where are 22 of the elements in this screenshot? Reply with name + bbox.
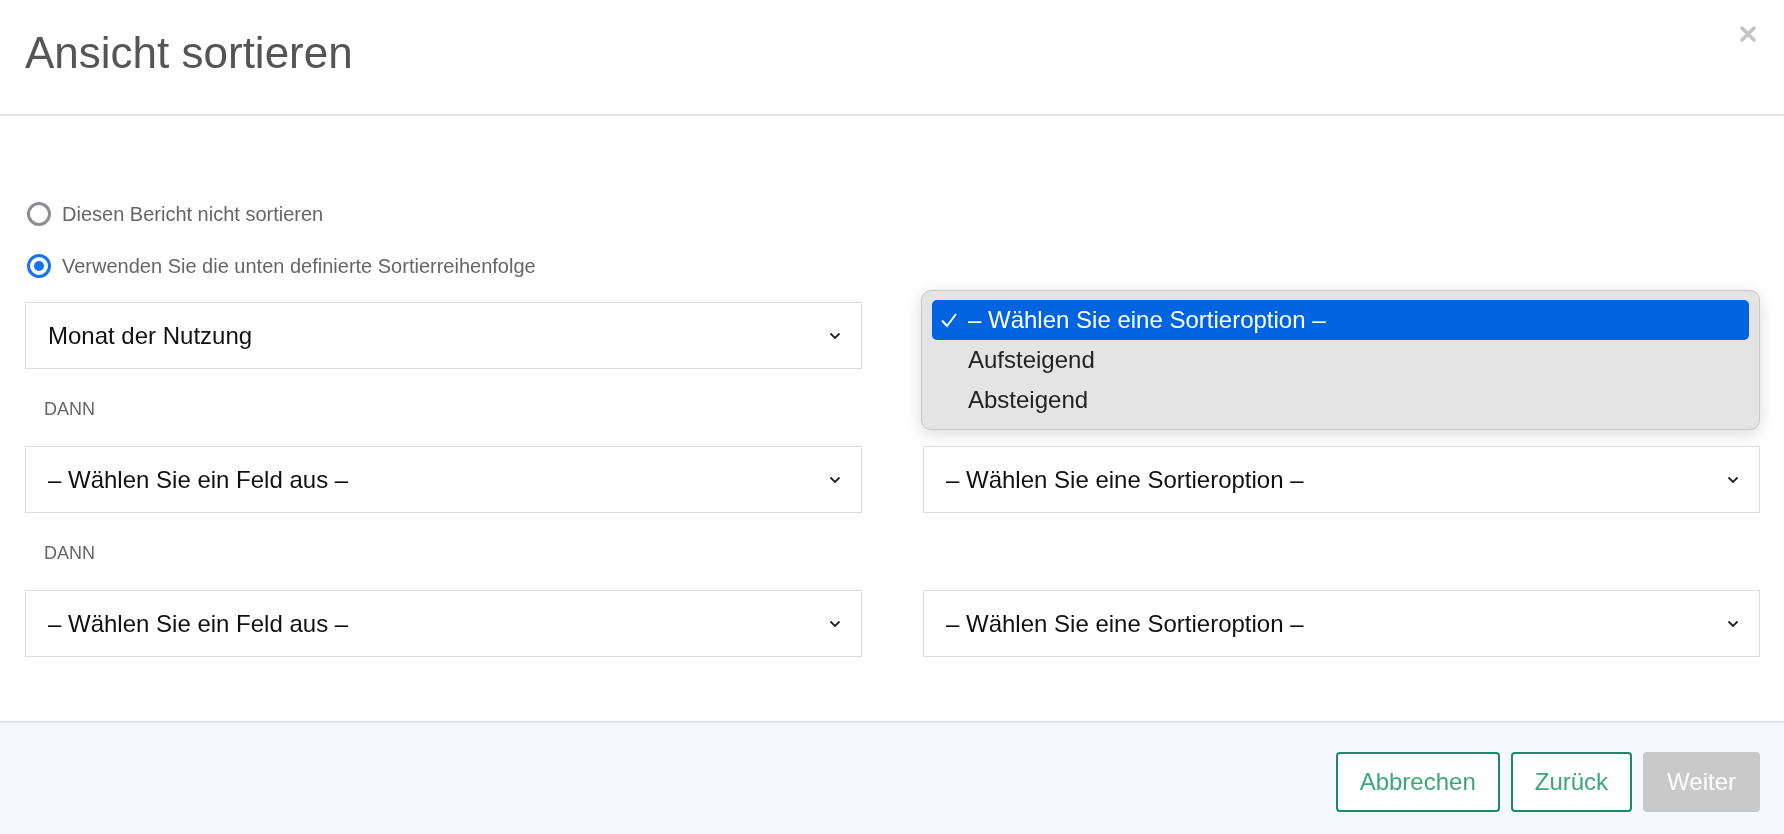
sort-order-select[interactable]: – Wählen Sie eine Sortieroption –: [923, 590, 1760, 657]
chevron-icon: [829, 619, 841, 628]
field-select[interactable]: – Wählen Sie ein Feld aus –: [25, 446, 862, 513]
radio-button[interactable]: [27, 254, 51, 278]
chevron-icon: [1727, 619, 1739, 628]
radio-label: Verwenden Sie die unten definierte Sortierreihenfolge: [62, 254, 536, 278]
field-select[interactable]: – Wählen Sie ein Feld aus –: [25, 590, 862, 657]
close-icon[interactable]: [1740, 26, 1756, 42]
chevron-icon: [829, 475, 841, 484]
chevron-icon: [829, 331, 841, 340]
radio-label: Diesen Bericht nicht sortieren: [62, 202, 324, 226]
radio-button[interactable]: [27, 202, 51, 226]
dropdown-option[interactable]: – Wählen Sie eine Sortieroption –: [932, 300, 1749, 340]
dropdown-option[interactable]: Absteigend: [932, 380, 1749, 420]
dialog-title: Ansicht sortieren: [25, 28, 353, 78]
section-label: DANN: [44, 543, 95, 564]
checkmark-icon: [940, 312, 958, 328]
field-select[interactable]: Monat der Nutzung: [25, 302, 862, 369]
dropdown-option[interactable]: Aufsteigend: [932, 340, 1749, 380]
section-label: DANN: [44, 399, 95, 420]
sort-order-select[interactable]: – Wählen Sie eine Sortieroption –: [923, 446, 1760, 513]
chevron-icon: [1727, 475, 1739, 484]
